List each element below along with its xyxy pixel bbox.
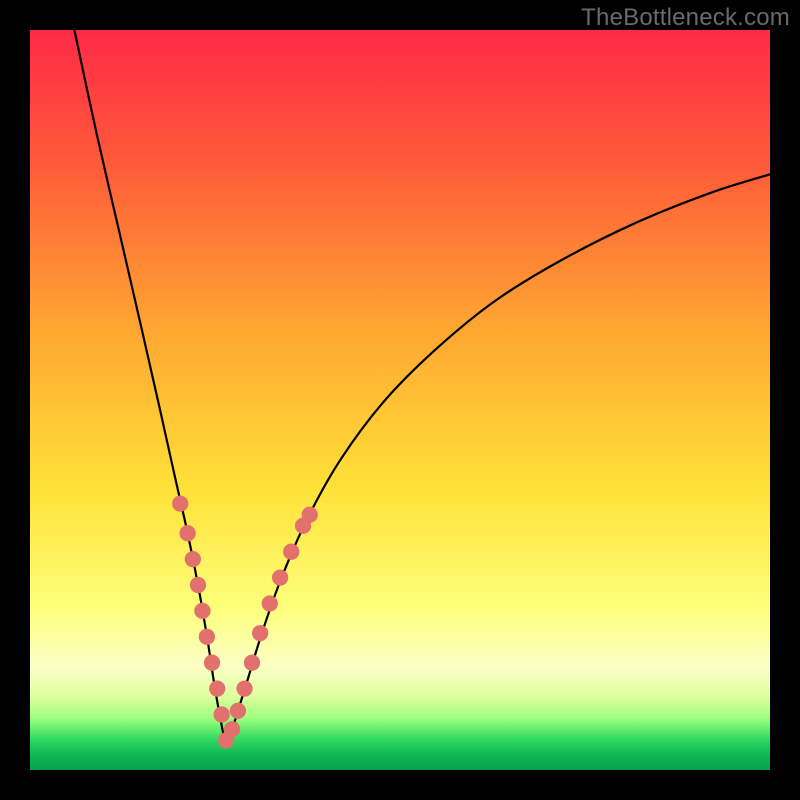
marker-point	[272, 569, 288, 585]
curve-layer	[30, 30, 770, 770]
watermark-text: TheBottleneck.com	[581, 4, 790, 32]
marker-point	[236, 680, 252, 696]
marker-point	[252, 625, 268, 641]
marker-point	[224, 721, 240, 737]
outer-frame: TheBottleneck.com	[0, 0, 800, 800]
marker-point	[199, 629, 215, 645]
curve-right-branch	[226, 174, 770, 748]
marker-group	[172, 495, 318, 748]
marker-point	[190, 577, 206, 593]
marker-point	[209, 680, 225, 696]
marker-point	[230, 703, 246, 719]
marker-point	[262, 595, 278, 611]
marker-point	[194, 603, 210, 619]
marker-point	[283, 544, 299, 560]
marker-point	[172, 495, 188, 511]
marker-point	[204, 655, 220, 671]
marker-point	[244, 655, 260, 671]
marker-point	[179, 525, 195, 541]
marker-point	[185, 551, 201, 567]
marker-point	[302, 507, 318, 523]
marker-point	[214, 706, 230, 722]
